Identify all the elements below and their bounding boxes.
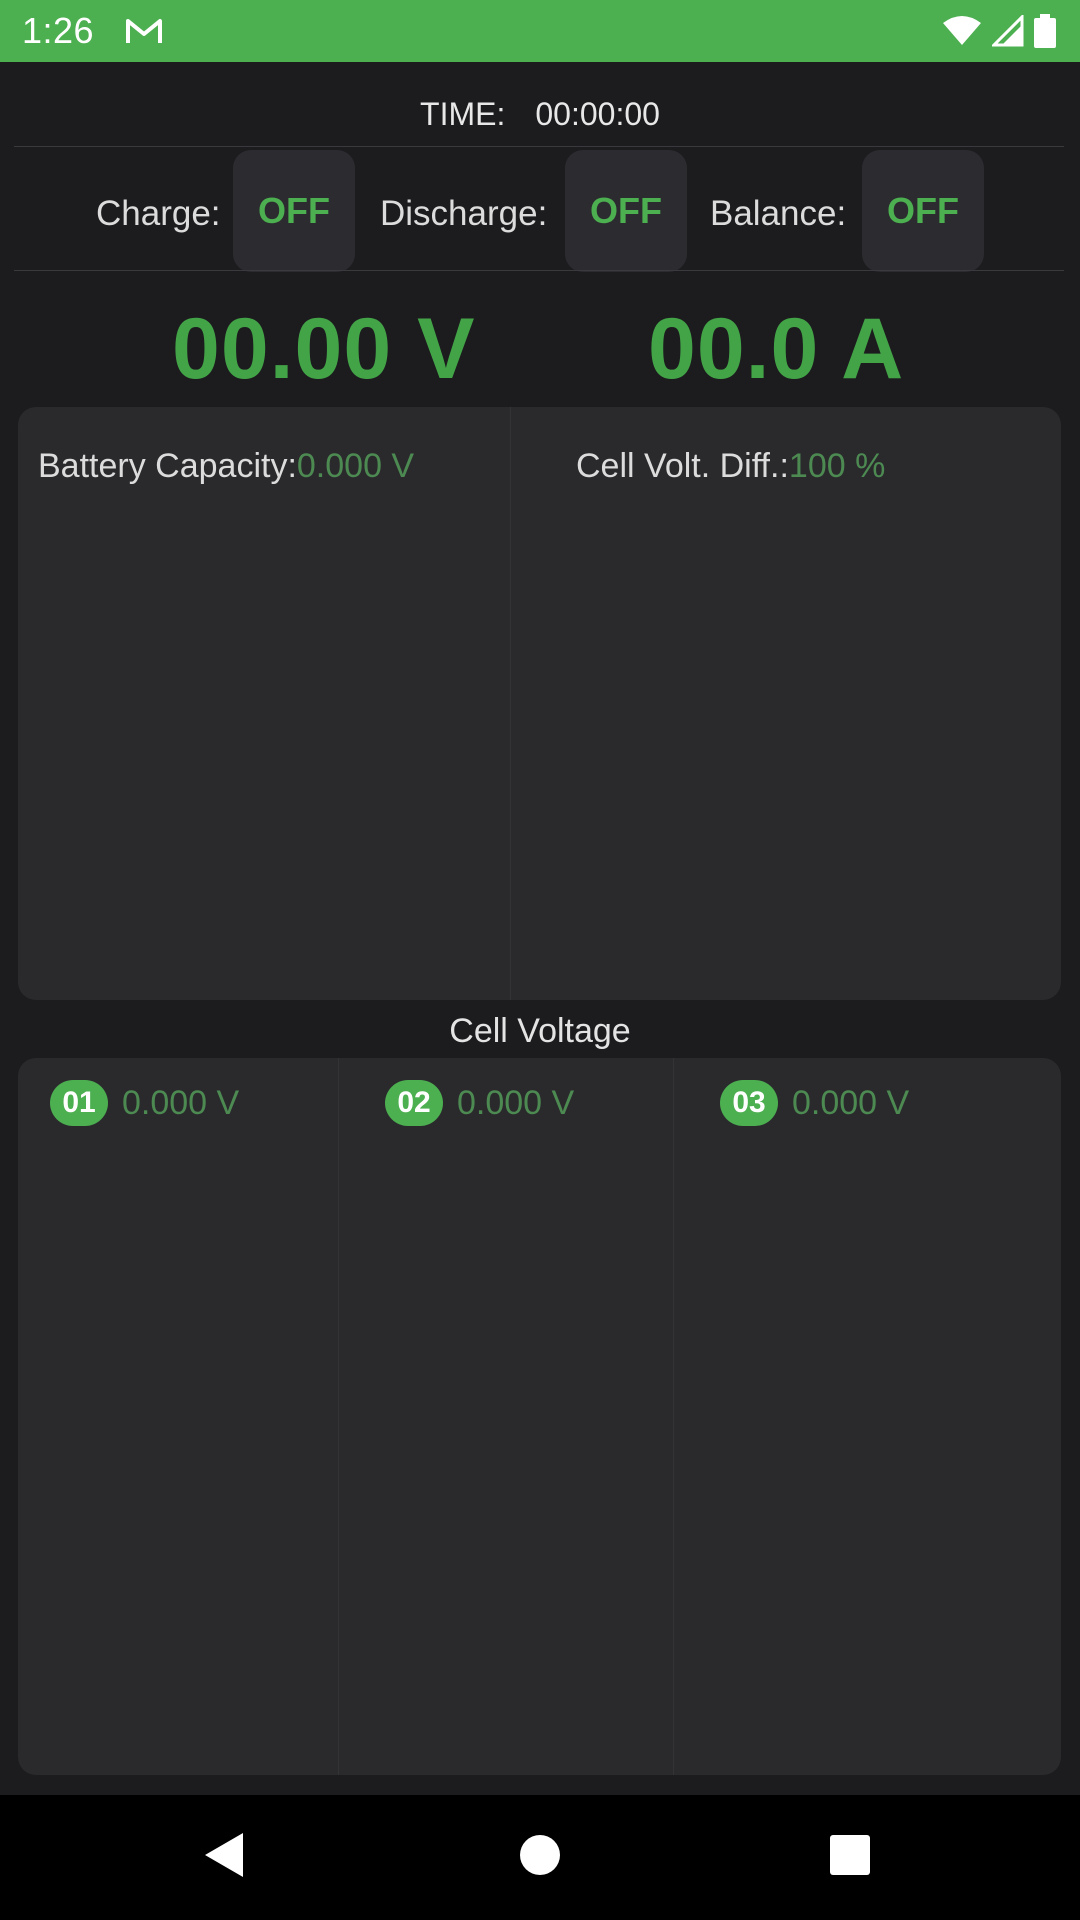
back-icon <box>205 1833 243 1877</box>
cell-volt-diff-value: 100 % <box>788 447 886 485</box>
cell-value: 0.000 V <box>122 1083 240 1122</box>
time-row: TIME: 00:00:00 <box>0 96 1080 133</box>
back-button[interactable] <box>195 1825 255 1885</box>
cell-value: 0.000 V <box>457 1083 575 1122</box>
wifi-icon <box>943 16 981 45</box>
charge-toggle-button[interactable]: OFF <box>233 150 355 272</box>
signal-icon <box>992 15 1024 47</box>
cell-volt-diff: Cell Volt. Diff.:100 % <box>576 447 885 486</box>
panel-divider <box>510 407 511 1000</box>
cell-item: 02 0.000 V <box>385 1080 574 1126</box>
discharge-label: Discharge: <box>380 194 548 233</box>
cell-badge: 02 <box>385 1080 443 1126</box>
cell-badge: 01 <box>50 1080 108 1126</box>
time-label: TIME: <box>420 96 506 132</box>
cell-voltage-title: Cell Voltage <box>449 1012 631 1050</box>
panel-divider <box>338 1058 339 1775</box>
toggles-row: Charge: OFF Discharge: OFF Balance: OFF <box>0 150 1080 275</box>
battery-capacity-value: 0.000 V <box>296 447 415 485</box>
voltage-readout: 00.00 V <box>172 301 476 397</box>
cell-volt-diff-label: Cell Volt. Diff.: <box>576 447 789 485</box>
time-value: 00:00:00 <box>535 96 660 132</box>
cell-badge: 03 <box>720 1080 778 1126</box>
cell-item: 01 0.000 V <box>50 1080 239 1126</box>
battery-info-panel: Battery Capacity:0.000 V Cell Volt. Diff… <box>18 407 1061 1000</box>
status-bar: 1:26 <box>0 0 1080 62</box>
gmail-icon <box>126 19 163 43</box>
navigation-bar <box>0 1795 1080 1920</box>
panel-divider <box>673 1058 674 1775</box>
current-readout: 00.0 A <box>648 301 905 397</box>
discharge-toggle-button[interactable]: OFF <box>565 150 687 272</box>
cell-item: 03 0.000 V <box>720 1080 909 1126</box>
status-time: 1:26 <box>22 10 95 51</box>
balance-toggle-button[interactable]: OFF <box>862 150 984 272</box>
balance-label: Balance: <box>710 194 847 233</box>
recents-icon <box>830 1835 870 1875</box>
battery-capacity: Battery Capacity:0.000 V <box>38 447 414 486</box>
divider <box>14 270 1064 271</box>
cell-voltage-panel <box>18 1058 1061 1775</box>
recents-button[interactable] <box>820 1825 880 1885</box>
battery-capacity-label: Battery Capacity: <box>38 447 297 485</box>
home-icon <box>520 1835 560 1875</box>
home-button[interactable] <box>510 1825 570 1885</box>
battery-icon <box>1034 14 1056 48</box>
charge-label: Charge: <box>96 194 221 233</box>
cell-value: 0.000 V <box>792 1083 910 1122</box>
divider <box>14 146 1064 147</box>
